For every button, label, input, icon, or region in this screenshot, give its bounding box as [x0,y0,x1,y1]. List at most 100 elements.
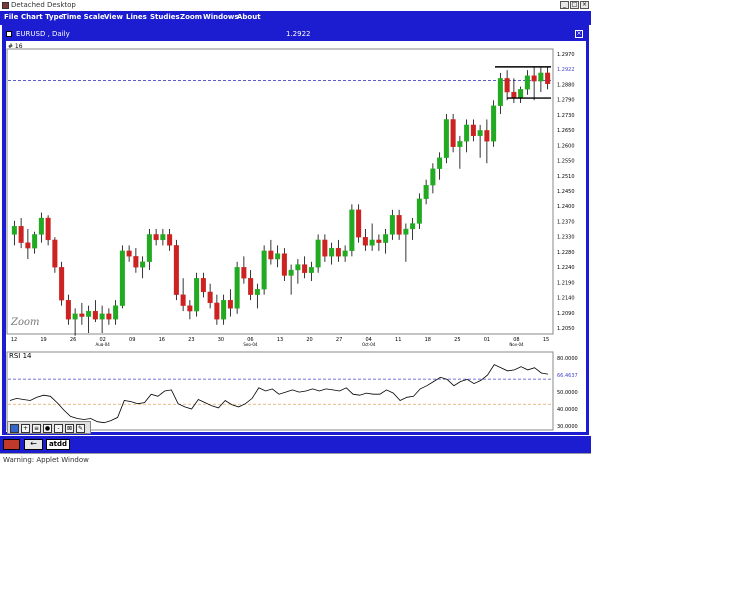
rsi-plot-area [6,351,554,431]
candle-body [302,264,308,273]
maximize-button[interactable]: □ [570,1,579,9]
list-icon[interactable]: ≡ [32,424,41,433]
status-bar: Warning: Applet Window [0,453,591,466]
candle-body [349,209,355,252]
candle-body [180,294,186,306]
close-button[interactable]: × [580,1,589,9]
candle-body [383,234,389,243]
menu-windows[interactable]: Windows [203,13,239,21]
candle-body [167,234,173,246]
price-y-tick: 1.2400 [557,204,575,210]
candle-body [38,217,44,235]
rsi-y-tick: 40.0000 [557,407,578,413]
candle-body [403,228,409,235]
price-y-tick: 1.2450 [557,189,575,195]
chart-icon[interactable] [10,424,19,433]
price-chart[interactable]: # 16 Zoom 1.2970 1.2922 1.2880 1.2790 1.2730… [6,41,586,346]
candle-body [207,291,213,304]
price-y-tick: 1.2730 [557,113,575,119]
candle-body [227,299,233,309]
price-x-tick: 27 [336,337,342,343]
menu-studies[interactable]: Studies [150,13,180,21]
price-y-tick: 1.2970 [557,52,575,58]
pencil-icon[interactable]: ✎ [76,424,85,433]
window-titlebar[interactable]: Detached Desktop _ □ × [0,0,591,11]
candle-body [504,78,510,93]
rsi-y-axis: 80.0000 66.4637 50.0000 40.0000 30.0000 [557,356,578,430]
status-text: Warning: Applet Window [3,456,89,464]
price-plot-area [6,48,554,335]
candle-body [113,305,119,320]
app-window: Detached Desktop _ □ × File Chart Type T… [0,0,591,466]
rsi-y-tick: 50.0000 [557,390,578,396]
rsi-chart[interactable]: RSI 14 80.0000 66.4637 50.0000 40.0000 30.00… [6,346,586,438]
price-x-tick: 19 [40,337,46,343]
candle-body [119,250,125,306]
candle-body [470,124,476,137]
candle-body [11,226,17,235]
price-y-tick: 1.2050 [557,326,575,332]
start-button[interactable] [3,439,20,450]
candle-body [59,267,65,301]
candle-body [275,253,281,260]
price-y-tick: 1.2330 [557,235,575,241]
candle-body [322,239,328,257]
candle-body [423,185,429,199]
candle-body [99,313,105,320]
menu-about[interactable]: About [237,13,261,21]
candle-body [106,313,112,320]
candle-body [315,239,321,268]
candle-body [484,130,490,142]
price-x-tick: 09 [129,337,135,343]
minimize-button[interactable]: _ [560,1,569,9]
price-y-tick: 1.2880 [557,82,575,88]
chart-close-icon[interactable]: × [575,30,583,38]
candle-body [443,119,449,158]
back-button[interactable]: ← [24,439,43,450]
candle-body [288,269,294,276]
zoom-label: Zoom [10,317,39,328]
menu-zoom[interactable]: Zoom [180,13,202,21]
zoom-icon[interactable]: ⊠ [65,424,74,433]
symbol-bar: EURUSD , Daily 1.2922 × [4,28,587,41]
candle-body [376,239,382,243]
candle-body [268,250,274,260]
candle-body [133,256,139,268]
candle-body [92,310,98,320]
menu-view[interactable]: View [104,13,123,21]
candle-body [254,289,260,295]
candle-body [248,278,254,295]
candle-body [32,234,38,249]
drawing-toolbar: + ≡ ● - ⊠ ✎ [7,421,91,434]
price-y-tick: 1.2140 [557,296,575,302]
menu-file[interactable]: File [4,13,18,21]
candle-body [369,239,375,246]
price-y-tick: 1.2650 [557,128,575,134]
menu-lines[interactable]: Lines [126,13,147,21]
menu-time-scale[interactable]: Time Scale [62,13,105,21]
candle-body [146,234,152,262]
rsi-label: RSI 14 [9,352,32,360]
dot-icon[interactable]: ● [43,424,52,433]
price-y-tick: 1.2190 [557,280,575,286]
candle-body [430,168,436,186]
candle-body [153,234,159,241]
candle-body [450,119,456,147]
candle-body [497,78,503,106]
candle-body [261,250,267,290]
line-icon[interactable]: - [54,424,63,433]
candle-body [140,261,146,268]
last-price: 1.2922 [286,30,311,38]
crosshair-icon[interactable]: + [21,424,30,433]
candle-body [214,302,220,320]
price-x-tick: 26 [70,337,76,343]
taskbar-tab[interactable]: atdd [46,439,70,450]
symbol-label: EURUSD , Daily [16,30,70,38]
candle-body [308,267,314,273]
candle-body [65,299,71,320]
symbol-icon[interactable] [6,31,12,37]
menu-chart-type[interactable]: Chart Type [21,13,63,21]
candle-body [18,226,24,243]
rsi-y-tick: 66.4637 [557,373,578,379]
price-x-tick: 30 [218,337,224,343]
